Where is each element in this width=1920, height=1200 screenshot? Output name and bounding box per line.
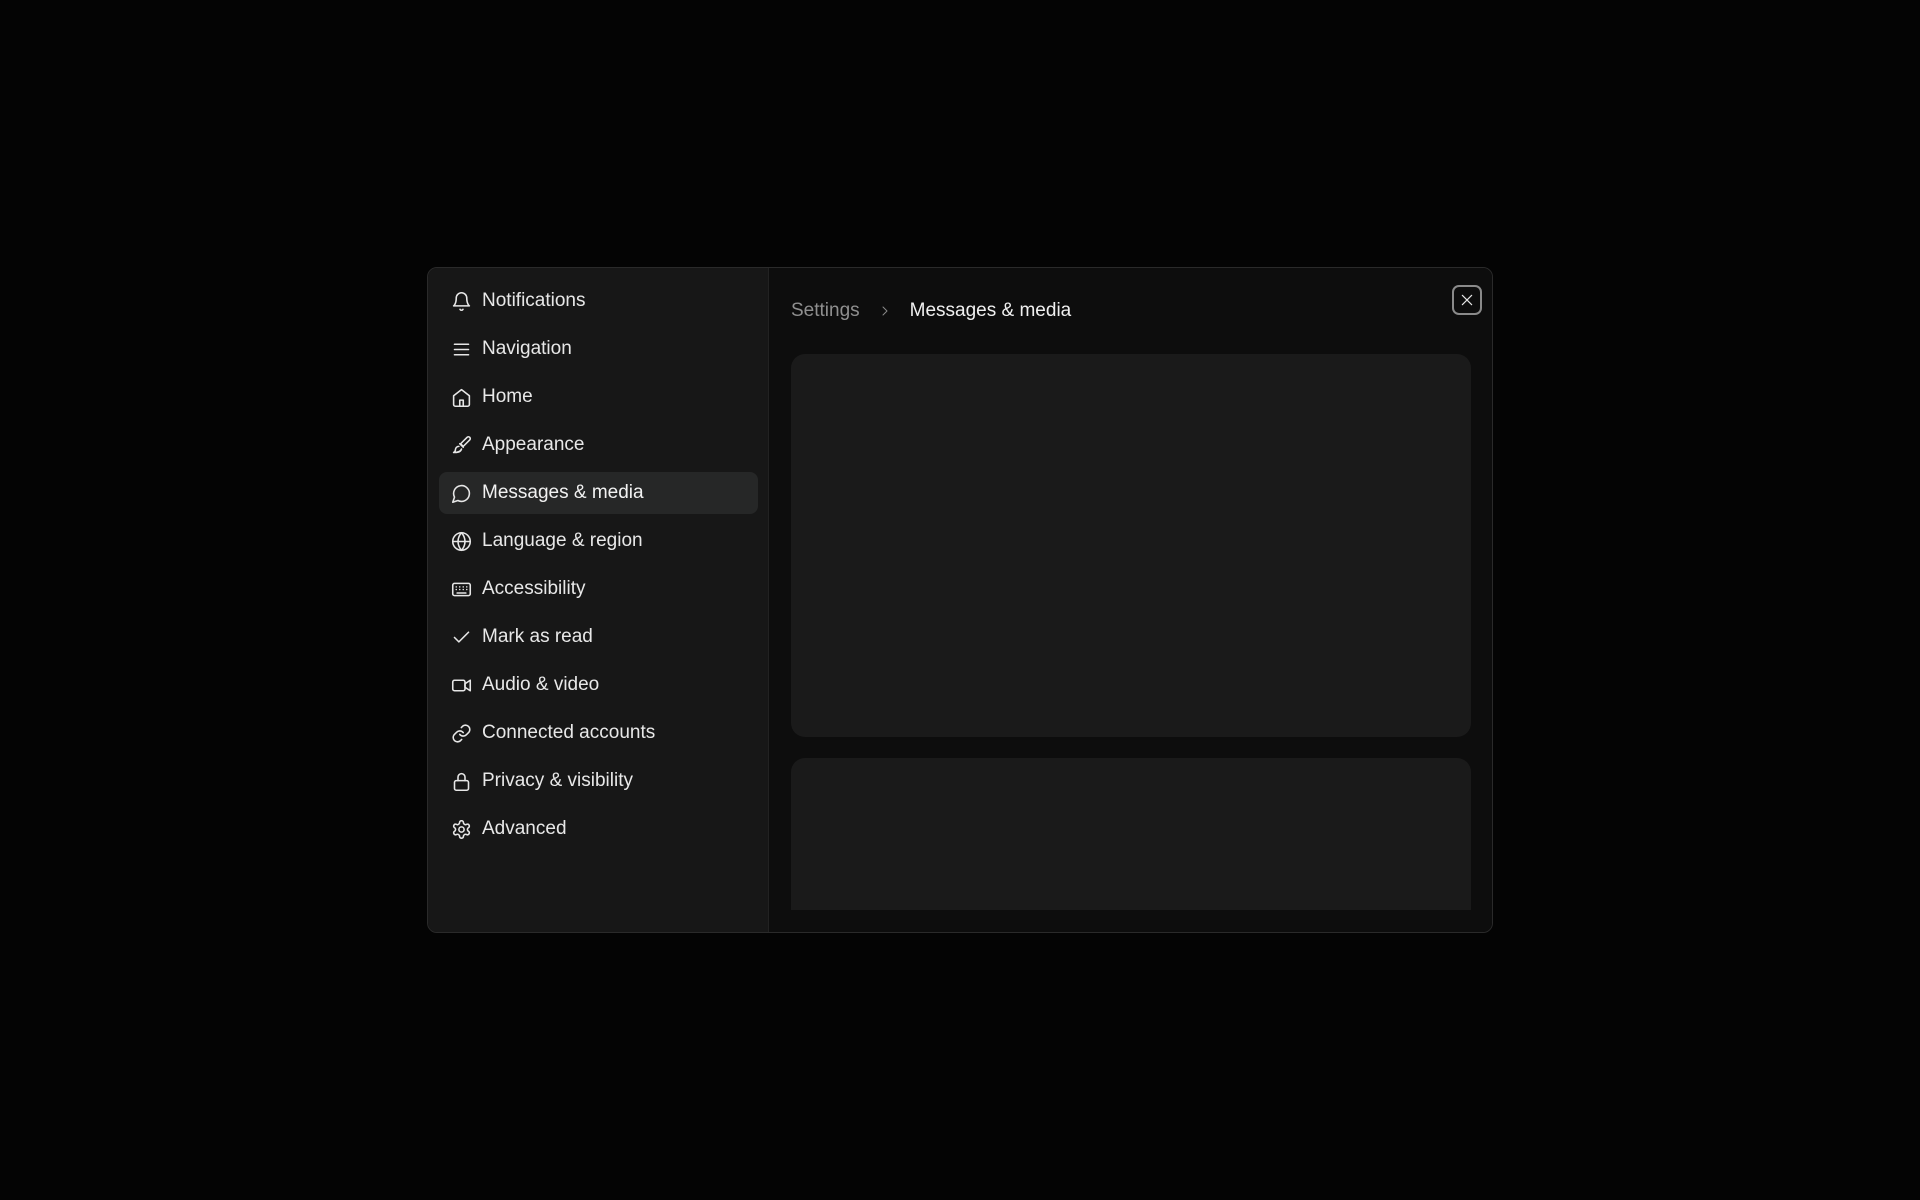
sidebar-item-label: Audio & video	[482, 674, 600, 695]
sidebar-item-label: Appearance	[482, 434, 585, 455]
video-icon	[451, 675, 472, 696]
breadcrumb-settings-link[interactable]: Settings	[791, 300, 860, 322]
sidebar-item-audio-video[interactable]: Audio & video	[439, 664, 758, 706]
settings-sidebar: Notifications Navigation Home Appearance	[428, 268, 769, 932]
sidebar-item-navigation[interactable]: Navigation	[439, 328, 758, 370]
chevron-right-icon	[870, 303, 900, 319]
sidebar-item-language-region[interactable]: Language & region	[439, 520, 758, 562]
sidebar-item-label: Advanced	[482, 818, 567, 839]
sidebar-item-label: Mark as read	[482, 626, 593, 647]
sidebar-item-label: Notifications	[482, 290, 586, 311]
settings-card	[791, 354, 1471, 737]
check-icon	[451, 627, 472, 648]
link-icon	[451, 723, 472, 744]
sidebar-item-home[interactable]: Home	[439, 376, 758, 418]
sidebar-item-label: Navigation	[482, 338, 572, 359]
home-icon	[451, 387, 472, 408]
sidebar-item-label: Home	[482, 386, 533, 407]
sidebar-item-mark-as-read[interactable]: Mark as read	[439, 616, 758, 658]
sidebar-item-notifications[interactable]: Notifications	[439, 280, 758, 322]
close-icon	[1461, 294, 1473, 306]
breadcrumb: Settings Messages & media	[791, 300, 1071, 322]
lock-icon	[451, 771, 472, 792]
close-button[interactable]	[1452, 285, 1482, 315]
settings-card	[791, 758, 1471, 910]
menu-icon	[451, 339, 472, 360]
paintbrush-icon	[451, 435, 472, 456]
settings-content: Settings Messages & media	[769, 268, 1492, 932]
sidebar-item-messages-media[interactable]: Messages & media	[439, 472, 758, 514]
sidebar-item-label: Language & region	[482, 530, 643, 551]
breadcrumb-current: Messages & media	[909, 300, 1072, 321]
globe-icon	[451, 531, 472, 552]
sidebar-item-accessibility[interactable]: Accessibility	[439, 568, 758, 610]
gear-icon	[451, 819, 472, 840]
sidebar-item-label: Connected accounts	[482, 722, 656, 743]
sidebar-item-appearance[interactable]: Appearance	[439, 424, 758, 466]
sidebar-item-label: Accessibility	[482, 578, 586, 599]
sidebar-item-privacy-visibility[interactable]: Privacy & visibility	[439, 760, 758, 802]
sidebar-item-advanced[interactable]: Advanced	[439, 808, 758, 850]
sidebar-item-label: Messages & media	[482, 482, 644, 503]
bell-icon	[451, 291, 472, 312]
sidebar-item-label: Privacy & visibility	[482, 770, 633, 791]
sidebar-item-connected-accounts[interactable]: Connected accounts	[439, 712, 758, 754]
settings-dialog: Notifications Navigation Home Appearance	[427, 267, 1493, 933]
keyboard-icon	[451, 579, 472, 600]
message-circle-icon	[451, 483, 472, 504]
